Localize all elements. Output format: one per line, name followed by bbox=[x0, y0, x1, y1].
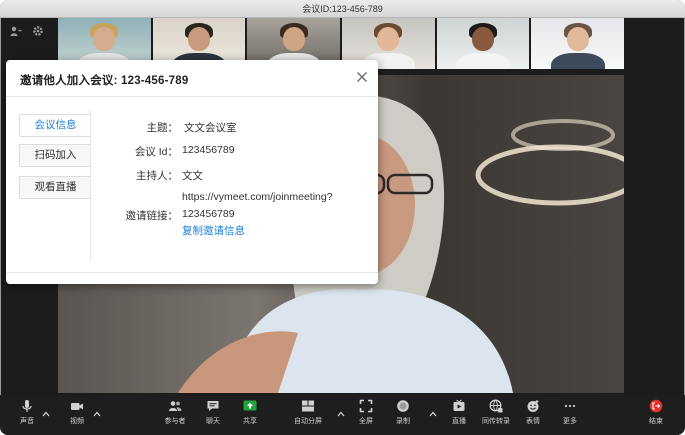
tab-scan-to-join[interactable]: 扫码加入 bbox=[19, 144, 91, 167]
transcribe-label: 同传转录 bbox=[482, 418, 510, 425]
participants-view-icon[interactable] bbox=[10, 24, 22, 42]
top-left-controls bbox=[10, 24, 44, 42]
more-button[interactable]: 更多 bbox=[547, 399, 593, 426]
participants-icon bbox=[169, 401, 182, 411]
video-options-caret[interactable] bbox=[93, 405, 101, 417]
close-icon bbox=[357, 72, 367, 82]
more-dots-icon bbox=[564, 404, 576, 408]
grid-layout-icon bbox=[302, 400, 314, 412]
window-title: 会议ID:123-456-789 bbox=[302, 4, 383, 14]
window-title-bar: 会议ID:123-456-789 bbox=[0, 0, 685, 18]
chat-bubble-icon bbox=[207, 401, 219, 411]
participant-thumbnail[interactable] bbox=[436, 18, 530, 69]
end-label: 结束 bbox=[649, 418, 663, 425]
share-label: 共享 bbox=[243, 418, 257, 425]
end-call-icon bbox=[649, 399, 663, 413]
dialog-title: 邀请他人加入会议: 123-456-789 bbox=[20, 75, 189, 87]
dialog-header-divider bbox=[6, 96, 378, 97]
tab-watch-live[interactable]: 观看直播 bbox=[19, 176, 91, 199]
host-value: 文文 bbox=[182, 170, 203, 182]
topic-label: 主题： bbox=[146, 122, 179, 134]
more-label: 更多 bbox=[563, 418, 577, 425]
fullscreen-icon bbox=[359, 399, 373, 413]
share-button[interactable]: 共享 bbox=[227, 399, 273, 426]
reactions-label: 表情 bbox=[526, 418, 540, 425]
record-label: 录制 bbox=[396, 418, 410, 425]
invite-link-label: 邀请链接： bbox=[125, 210, 179, 222]
meeting-toolbar: 声音 视频 参与者 聊天 共享 自动分屏 全屏 录制 直播 同传转录 表情 更多… bbox=[0, 395, 685, 435]
chevron-up-icon bbox=[42, 411, 50, 417]
chat-label: 聊天 bbox=[206, 418, 220, 425]
audio-label: 声音 bbox=[20, 418, 34, 425]
participant-thumbnail[interactable] bbox=[531, 18, 625, 69]
fullscreen-label: 全屏 bbox=[359, 418, 373, 425]
settings-gear-icon[interactable] bbox=[32, 24, 44, 42]
microphone-icon bbox=[22, 400, 32, 412]
participants-label: 参与者 bbox=[164, 418, 186, 425]
close-button[interactable] bbox=[356, 70, 368, 82]
invite-link-line2: 123456789 bbox=[182, 208, 235, 220]
live-label: 直播 bbox=[452, 418, 466, 425]
topic-value: 文文会议室 bbox=[184, 122, 237, 134]
dialog-footer-divider bbox=[6, 272, 378, 273]
auto-split-button[interactable]: 自动分屏 bbox=[285, 399, 331, 426]
audio-options-caret[interactable] bbox=[42, 405, 50, 417]
invite-dialog: 邀请他人加入会议: 123-456-789 会议信息 扫码加入 观看直播 主题：… bbox=[6, 60, 378, 284]
tab-meeting-info[interactable]: 会议信息 bbox=[19, 114, 91, 137]
meeting-window: 会议ID:123-456-789 声音 视频 参与者 聊天 共享 自动分屏 全屏… bbox=[0, 0, 685, 435]
live-stream-icon bbox=[453, 399, 465, 411]
copy-invite-info-link[interactable]: 复制邀请信息 bbox=[182, 223, 245, 238]
host-label: 主持人： bbox=[136, 170, 178, 182]
record-icon bbox=[397, 400, 409, 412]
auto-split-label: 自动分屏 bbox=[294, 418, 322, 425]
chevron-up-icon bbox=[93, 411, 101, 417]
video-label: 视频 bbox=[70, 418, 84, 425]
end-meeting-button[interactable]: 结束 bbox=[633, 399, 679, 426]
emoji-icon bbox=[527, 400, 539, 412]
meeting-id-label: 会议 Id： bbox=[134, 146, 178, 158]
meeting-id-value: 123456789 bbox=[182, 144, 235, 156]
invite-link-line1: https://vymeet.com/joinmeeting? bbox=[182, 191, 333, 203]
transcribe-icon bbox=[489, 399, 503, 413]
share-screen-icon bbox=[243, 400, 257, 411]
camera-icon bbox=[71, 403, 83, 410]
record-button[interactable]: 录制 bbox=[380, 399, 426, 426]
tabs-divider bbox=[90, 110, 91, 260]
